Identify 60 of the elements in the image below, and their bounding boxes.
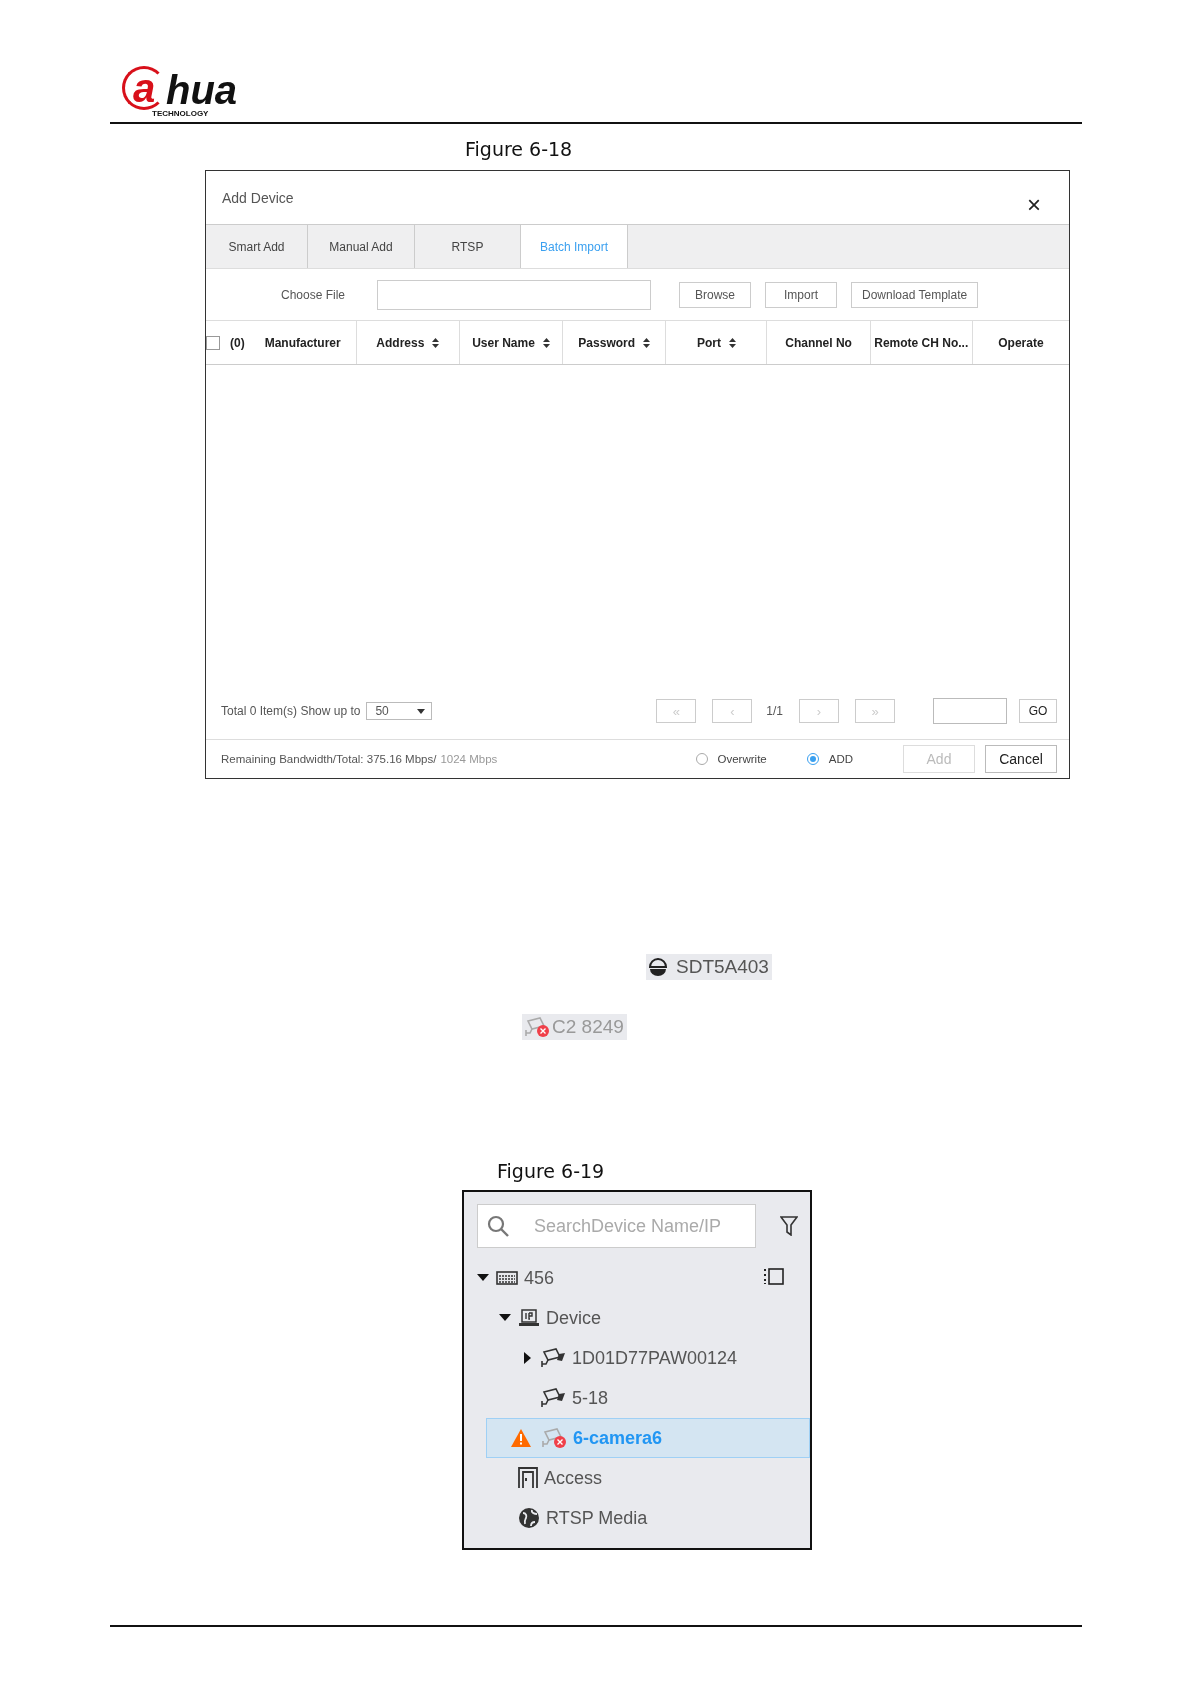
column-header: Address: [376, 335, 425, 350]
toolbar-button[interactable]: Download Template: [851, 281, 979, 308]
device-status-label: SDT5A403: [646, 954, 772, 980]
column-header: Password: [578, 335, 636, 350]
toolbar-button[interactable]: Import: [765, 281, 837, 308]
globe-icon: [518, 1507, 540, 1529]
filter-icon[interactable]: [780, 1216, 798, 1236]
column-header: Port: [696, 335, 721, 350]
dialog-button[interactable]: Cancel: [985, 745, 1057, 773]
selected-count: (0): [230, 335, 245, 350]
sort-icon[interactable]: [432, 337, 440, 348]
figure-caption: Figure 6-18: [465, 138, 574, 160]
page-size-label: Show up to: [300, 704, 361, 718]
field-label: Choose File: [279, 287, 345, 302]
figure-caption: Figure 6-19: [497, 1160, 606, 1182]
sort-icon[interactable]: [643, 337, 651, 348]
search-icon: [487, 1215, 509, 1237]
tree-item[interactable]: 1D01D77PAW00124: [464, 1338, 810, 1378]
tree-item[interactable]: 456: [464, 1258, 810, 1298]
device-status-label: C2 8249: [522, 1014, 627, 1040]
bandwidth-text: Remaining Bandwidth/Total: 375.16 Mbps/: [221, 753, 437, 765]
collapsed-arrow-icon[interactable]: [521, 1352, 533, 1364]
dome-camera-icon: [648, 957, 668, 977]
tab[interactable]: Manual Add: [308, 225, 415, 268]
sort-icon[interactable]: [728, 337, 736, 348]
column-header: Manufacturer: [264, 335, 341, 350]
column-header: Remote CH No...: [874, 335, 969, 350]
select-all-checkbox[interactable]: [206, 335, 220, 350]
tree-item[interactable]: RTSP Media: [464, 1498, 810, 1538]
list-view-icon[interactable]: [764, 1268, 784, 1285]
tree-item[interactable]: 5-18: [464, 1378, 810, 1418]
ip-device-icon: [518, 1309, 540, 1327]
company-logo: a hua TECHNOLOGY: [122, 66, 242, 118]
mode-radio[interactable]: ADD: [806, 753, 853, 765]
dialog-title: Add Device: [222, 189, 294, 206]
toolbar-button[interactable]: Browse: [679, 281, 751, 308]
tree-item[interactable]: Access: [464, 1458, 810, 1498]
search-field[interactable]: SearchDevice Name/IP: [477, 1204, 756, 1248]
offline-camera-icon: [541, 1428, 567, 1448]
tree-item[interactable]: Device: [464, 1298, 810, 1338]
offline-camera-icon: [524, 1017, 550, 1037]
door-icon: [518, 1467, 538, 1489]
page-indicator: 1/1: [766, 704, 783, 718]
camera-icon: [540, 1348, 566, 1368]
file-path-field[interactable]: [377, 279, 651, 310]
mode-radio[interactable]: Overwrite: [695, 753, 767, 765]
camera-icon: [540, 1388, 566, 1408]
column-header: Channel No: [785, 335, 852, 350]
server-icon: [496, 1271, 518, 1285]
total-items: Total 0 Item(s): [221, 704, 298, 718]
page-size-dropdown[interactable]: 50: [366, 702, 433, 720]
tab[interactable]: Smart Add: [206, 225, 308, 268]
column-header: Operate: [998, 335, 1044, 350]
sort-icon[interactable]: [542, 337, 550, 348]
column-header: User Name: [472, 335, 535, 350]
warning-icon: [511, 1429, 531, 1447]
close-button[interactable]: ×: [1027, 190, 1041, 219]
page-number-field[interactable]: [933, 698, 1007, 724]
bandwidth-total: 1024 Mbps: [440, 753, 498, 765]
go-button[interactable]: GO: [1019, 699, 1057, 723]
